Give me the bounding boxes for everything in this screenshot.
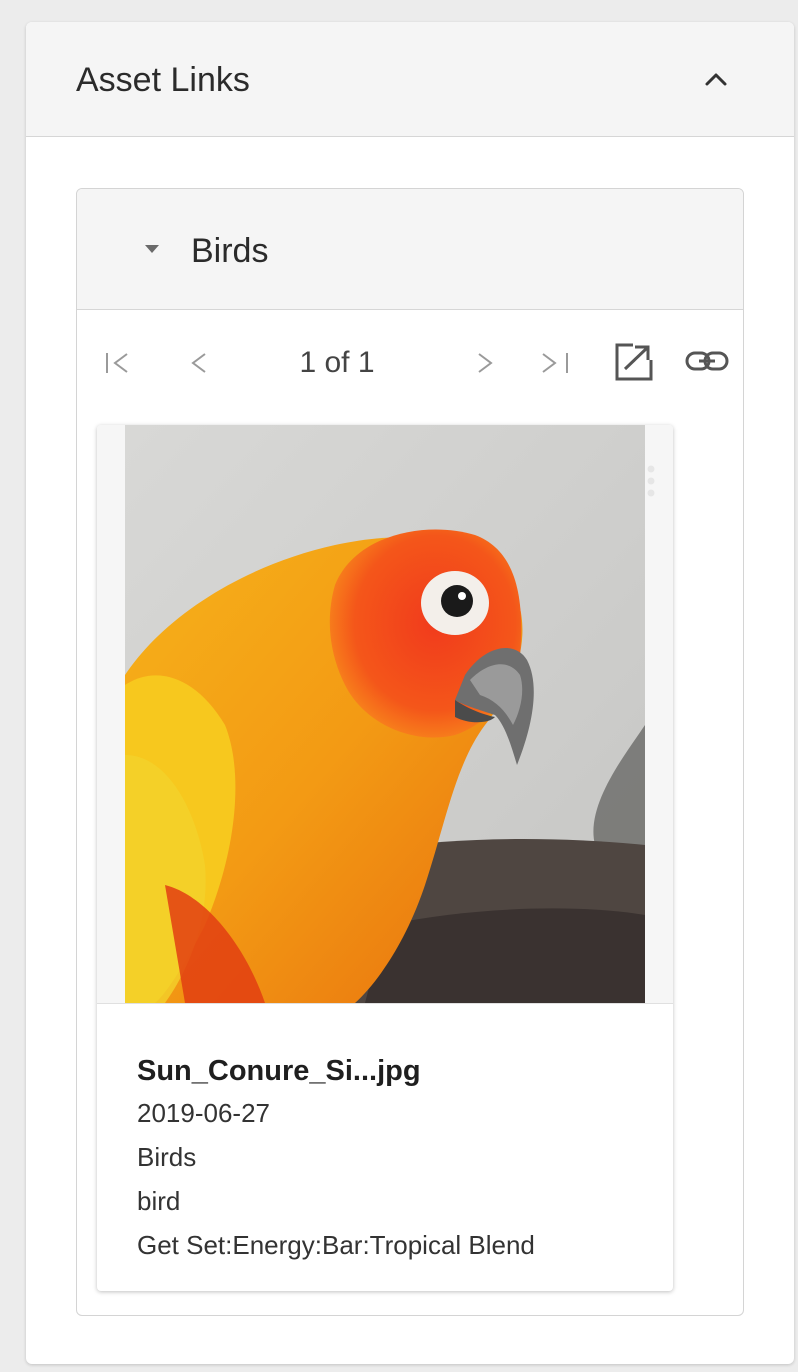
last-page-icon	[542, 353, 568, 373]
asset-card[interactable]: Sun_Conure_Si...jpg 2019-06-27 Birds bir…	[97, 425, 673, 1291]
first-page-button[interactable]	[99, 339, 139, 387]
open-external-button[interactable]	[609, 339, 657, 387]
chevron-up-icon	[705, 73, 727, 86]
asset-product: Get Set:Energy:Bar:Tropical Blend	[137, 1230, 535, 1260]
asset-file-name[interactable]: Sun_Conure_Si...jpg	[137, 1051, 647, 1091]
panel-header[interactable]: Asset Links	[26, 22, 794, 137]
first-page-icon	[106, 353, 128, 373]
birds-section: Birds 1 of 1 Sun_Conure_Si...jpg 2019-06…	[76, 188, 744, 1316]
panel-title: Asset Links	[76, 61, 250, 99]
section-header[interactable]: Birds	[77, 189, 743, 310]
collapse-button[interactable]	[688, 58, 744, 102]
page-indicator: 1 of 1	[299, 346, 375, 379]
asset-links-panel: Asset Links Birds 1 of 1 Sun_Conure_Si..…	[26, 22, 794, 1364]
asset-keyword: bird	[137, 1186, 181, 1216]
caret-down-icon	[145, 245, 159, 253]
more-vertical-icon	[647, 465, 655, 497]
pager: 1 of 1	[77, 339, 743, 389]
last-page-button[interactable]	[535, 339, 579, 387]
next-page-button[interactable]	[465, 339, 505, 387]
previous-page-button[interactable]	[181, 339, 221, 387]
asset-date: 2019-06-27	[137, 1098, 270, 1128]
link-icon	[685, 351, 729, 371]
previous-page-icon	[191, 353, 206, 373]
section-title: Birds	[191, 232, 269, 270]
asset-details: Sun_Conure_Si...jpg 2019-06-27 Birds bir…	[137, 1051, 647, 1267]
next-page-icon	[478, 353, 493, 373]
open-external-icon	[615, 342, 654, 381]
asset-category: Birds	[137, 1142, 197, 1172]
parrot-photo	[125, 425, 645, 1003]
more-options-button[interactable]	[605, 457, 655, 505]
copy-link-button[interactable]	[681, 339, 735, 387]
asset-thumbnail[interactable]	[97, 425, 673, 1004]
